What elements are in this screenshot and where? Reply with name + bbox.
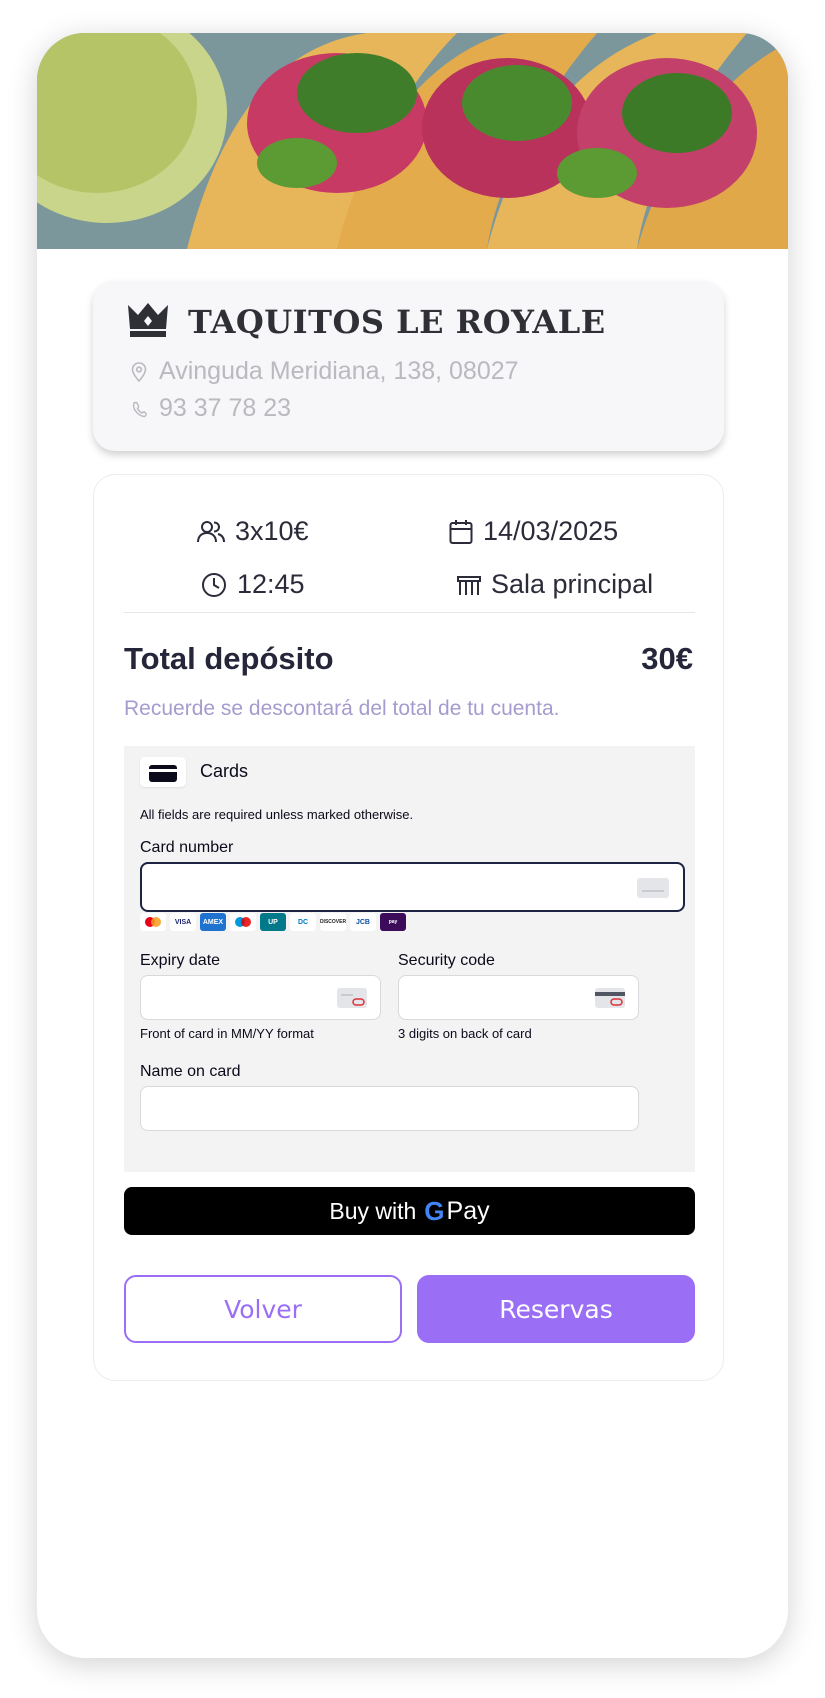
guests-text: 3x10€ [235,516,309,546]
card-number-field[interactable] [140,862,685,912]
name-on-card-field[interactable] [140,1086,639,1131]
card-payment-form: Cards All fields are required unless mar… [124,746,695,1172]
deposit-label: Total depósito [124,641,334,676]
payment-method-title: Cards [200,761,249,781]
booking-panel: 3x10€ 14/03/2025 12:45 Sala principal To… [93,474,724,1381]
calendar-icon [449,519,473,544]
gpay-prefix: Buy with [329,1197,417,1224]
crown-icon [128,303,168,337]
cvc-hint: 3 digits on back of card [398,1026,532,1041]
card-front-icon [337,988,367,1008]
mastercard-icon [140,913,166,931]
address-text: Avinguda Meridiana, 138, 08027 [159,357,519,385]
expiry-hint: Front of card in MM/YY format [140,1026,314,1041]
restaurant-address: Avinguda Meridiana, 138, 08027 [131,357,519,386]
phone-icon [132,401,147,417]
cvc-label: Security code [398,952,495,969]
card-placeholder-icon [637,878,669,898]
expiry-field[interactable] [140,975,381,1020]
location-pin-icon [131,361,147,382]
expiry-label: Expiry date [140,952,221,969]
restaurant-name: TAQUITOS LE ROYALE [188,303,606,341]
amex-icon: AMEX [200,913,226,931]
divider [124,612,695,613]
clock-icon [202,572,226,597]
deposit-note: Recuerde se descontará del total de tu c… [124,697,560,720]
card-icon [140,757,186,787]
card-brands: VISA AMEX UP DC DISCOVER JCB pay [140,913,406,931]
deposit-amount: 30€ [641,641,693,676]
diners-icon: DC [290,913,316,931]
users-icon [197,520,225,542]
visa-icon: VISA [170,913,196,931]
time-info: 12:45 [201,569,305,600]
date-text: 14/03/2025 [483,516,619,546]
card-back-icon [595,988,625,1008]
reserve-button[interactable]: Reservas [417,1275,695,1343]
hero-food-image [37,33,788,249]
back-button[interactable]: Volver [124,1275,402,1343]
cvc-field[interactable] [398,975,639,1020]
phone-frame: TAQUITOS LE ROYALE Avinguda Meridiana, 1… [37,33,788,1658]
room-text: Sala principal [491,569,654,599]
gpay-label: Pay [446,1196,490,1225]
maestro-icon [230,913,256,931]
room-icon [457,575,481,595]
phone-text: 93 37 78 23 [159,394,292,422]
room-info: Sala principal [457,569,653,600]
discover-icon: DISCOVER [320,913,346,931]
google-g-icon: G [424,1195,445,1226]
required-fields-note: All fields are required unless marked ot… [140,807,414,822]
alipay-icon: pay [380,913,406,931]
jcb-icon: JCB [350,913,376,931]
restaurant-phone[interactable]: 93 37 78 23 [131,394,291,423]
unionpay-icon: UP [260,913,286,931]
card-number-label: Card number [140,839,234,856]
date-info: 14/03/2025 [449,516,618,547]
restaurant-card: TAQUITOS LE ROYALE Avinguda Meridiana, 1… [93,281,724,451]
time-text: 12:45 [237,569,305,599]
guests-info: 3x10€ [197,516,309,547]
google-pay-button[interactable]: Buy with G Pay [124,1187,695,1235]
name-on-card-label: Name on card [140,1063,241,1080]
